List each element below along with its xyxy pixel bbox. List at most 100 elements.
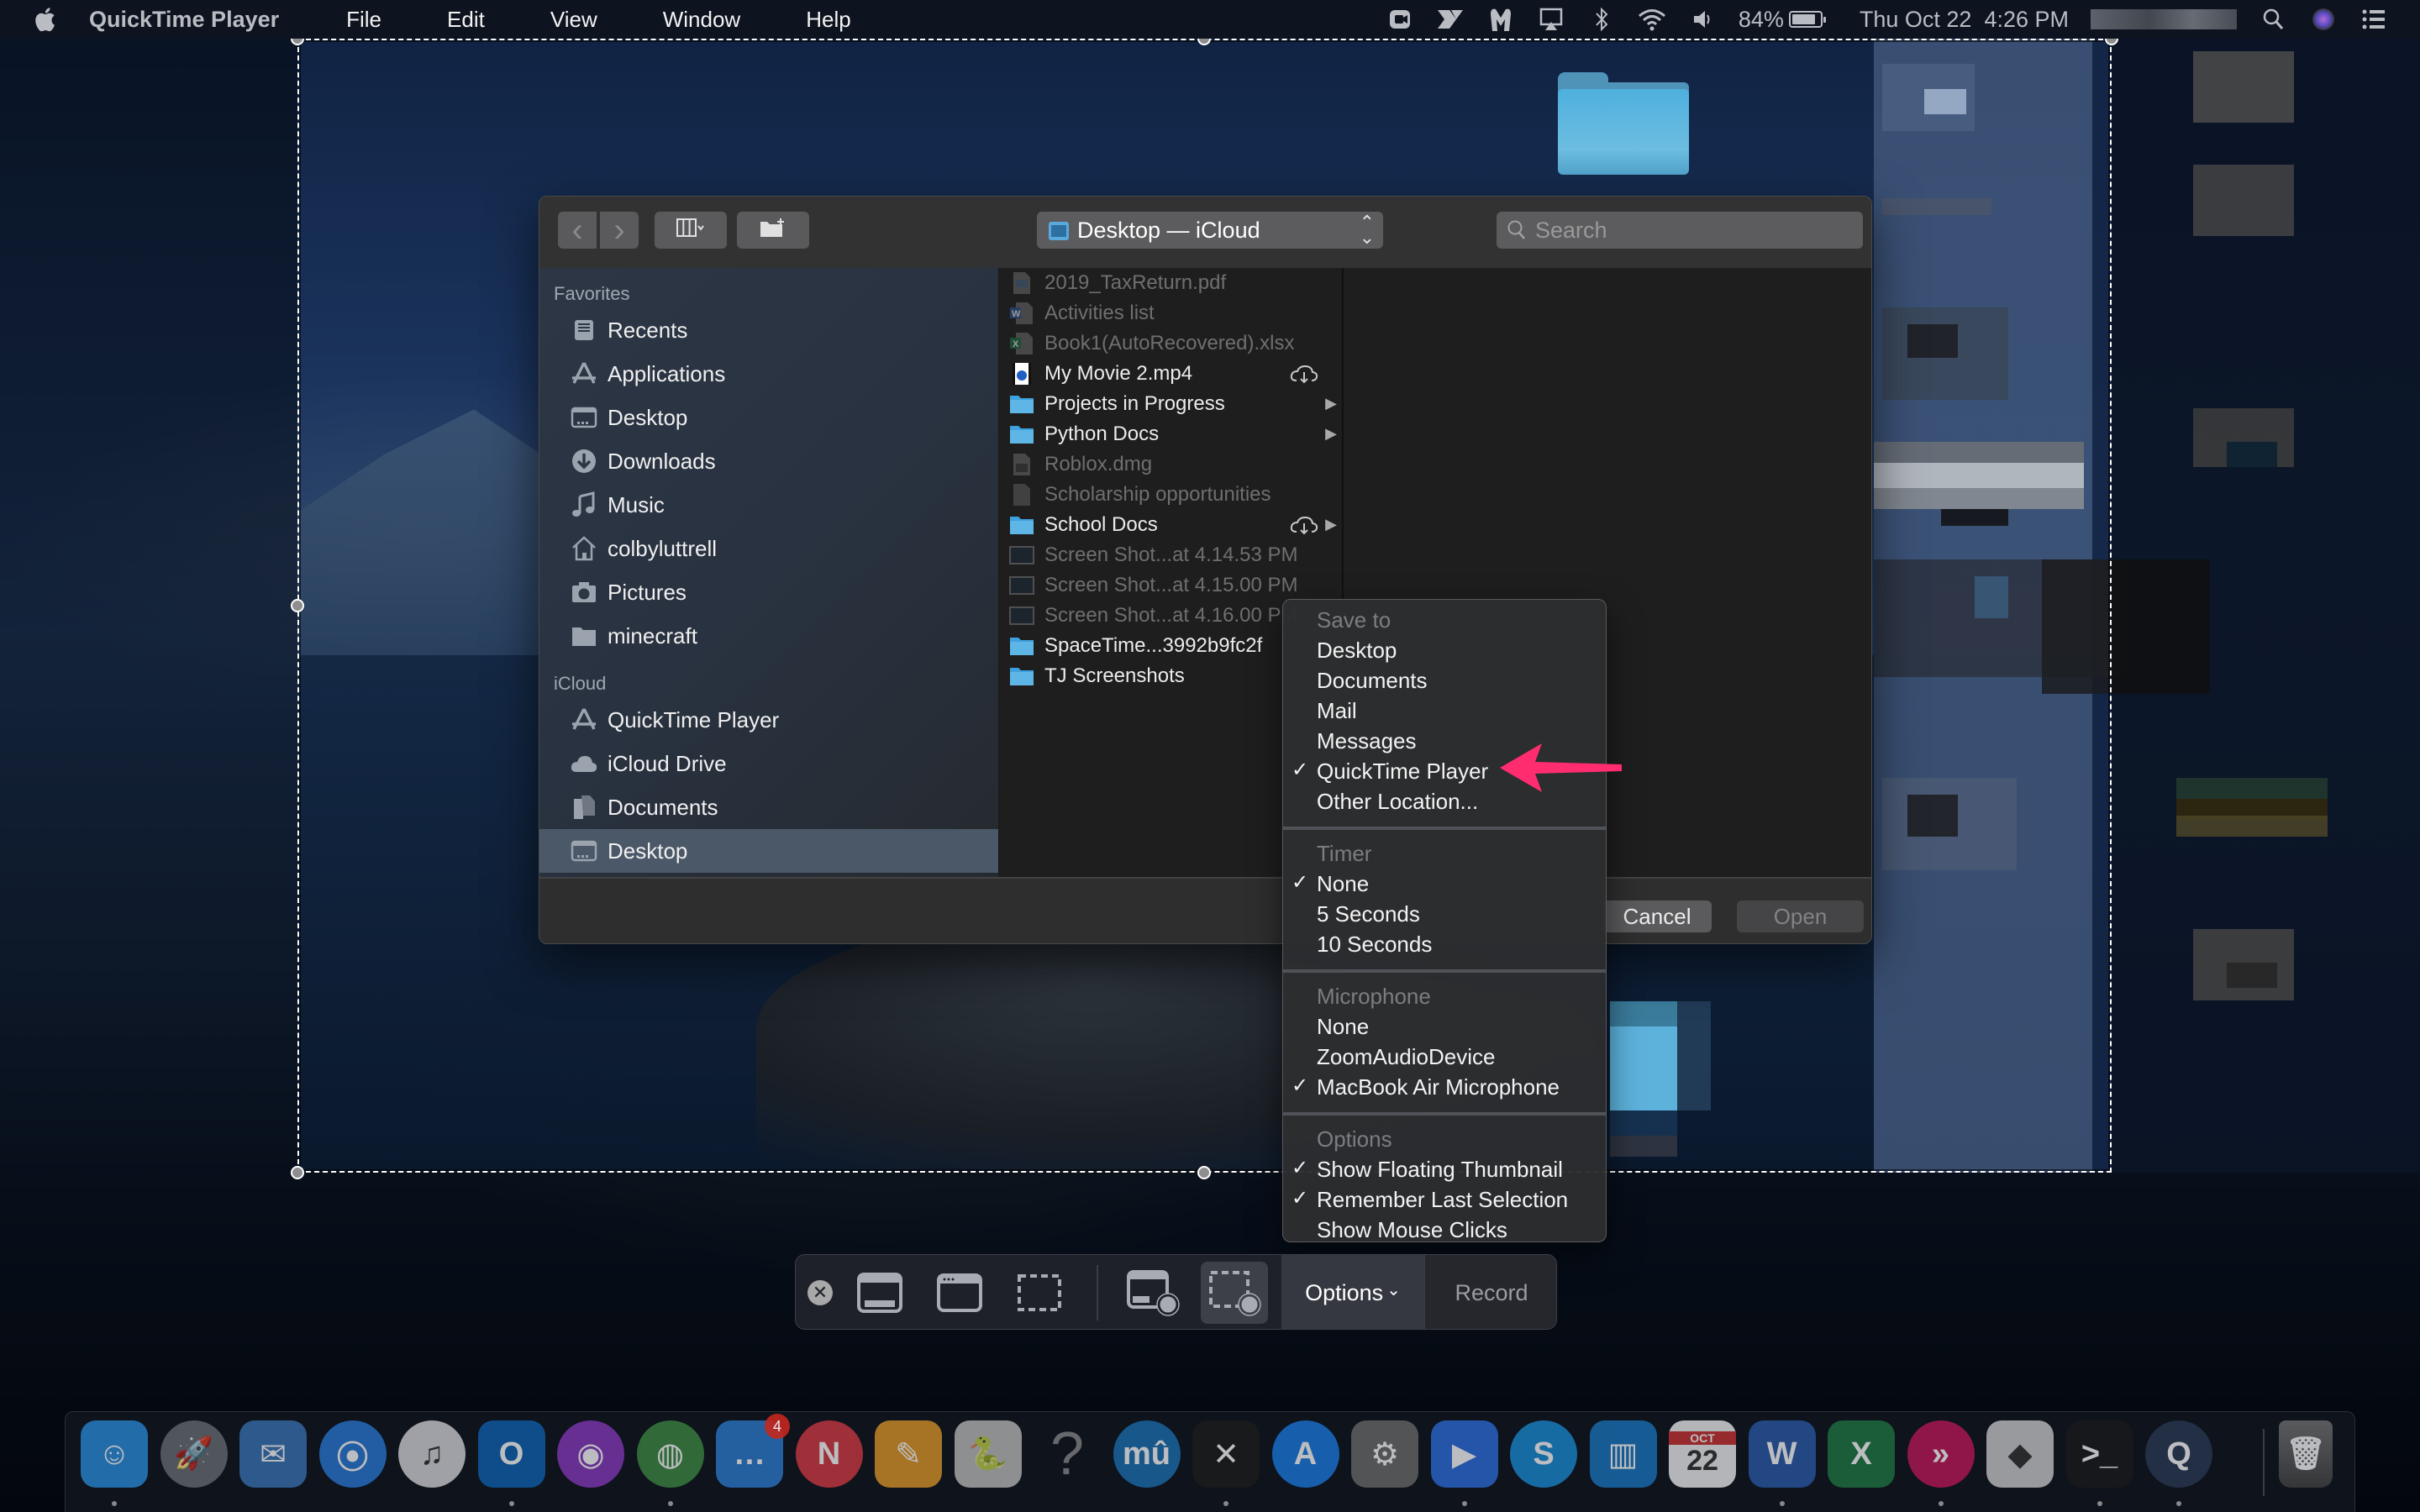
file-row[interactable]: Python Docs ▶ (999, 419, 1342, 449)
dock-excel[interactable]: X (1828, 1420, 1895, 1488)
spotlight-icon[interactable] (2259, 5, 2287, 34)
airmail-icon[interactable] (1436, 5, 1465, 34)
dock-musescore[interactable]: mû (1113, 1420, 1181, 1488)
dock-terminal[interactable]: >_ (2065, 1420, 2133, 1488)
airplay-icon[interactable] (1537, 5, 1565, 34)
dock-safari[interactable]: ⦿ (318, 1420, 387, 1488)
icloud-download-icon[interactable] (1290, 364, 1318, 390)
menu-item-microphone-zoomaudiodevice[interactable]: ZoomAudioDevice (1283, 1042, 1606, 1072)
running-indicator (2096, 1501, 2102, 1506)
record-button[interactable]: Record (1424, 1255, 1556, 1329)
menu-item-microphone-none[interactable]: None (1283, 1011, 1606, 1042)
dock-mail[interactable]: ✉ (239, 1420, 307, 1488)
sidebar-item-colbyluttrell[interactable]: colbyluttrell (539, 527, 998, 570)
dock-word[interactable]: W (1748, 1420, 1816, 1488)
selection-handle-bottom-left[interactable] (291, 1166, 304, 1179)
icloud-download-icon[interactable] (1290, 515, 1318, 541)
dock-airmail[interactable]: » (1907, 1420, 1975, 1488)
dock-quicktime-player[interactable]: Q (2145, 1420, 2212, 1488)
menu-item-timer-5-seconds[interactable]: 5 Seconds (1283, 899, 1606, 929)
dock-news[interactable]: N (795, 1420, 863, 1488)
menu-file[interactable]: File (313, 4, 381, 34)
sidebar-item-applications[interactable]: Applications (539, 352, 998, 396)
app-menu-quicktime[interactable]: QuickTime Player (89, 7, 279, 33)
record-entire-screen-button[interactable] (1119, 1262, 1186, 1324)
control-center-icon[interactable] (2360, 5, 2388, 34)
dock-system-preferences[interactable]: ⚙ (1351, 1420, 1418, 1488)
view-mode-button[interactable] (655, 212, 727, 249)
dock-calendar[interactable]: OCT 22 (1669, 1420, 1736, 1488)
sidebar-item-icloud-drive[interactable]: iCloud Drive (539, 742, 998, 785)
sidebar-item-music[interactable]: Music (539, 483, 998, 527)
menu-item-save-to-mail[interactable]: Mail (1283, 696, 1606, 726)
username-blurred[interactable] (2091, 9, 2237, 29)
menu-item-timer-none[interactable]: ✓ None (1283, 869, 1606, 899)
sidebar-item-downloads[interactable]: Downloads (539, 439, 998, 483)
search-field[interactable] (1497, 212, 1863, 249)
menu-item-options-show-floating-thumbnail[interactable]: ✓ Show Floating Thumbnail (1283, 1154, 1606, 1184)
wifi-icon[interactable] (1638, 5, 1666, 34)
sidebar-item-documents[interactable]: Documents (539, 785, 998, 829)
volume-icon[interactable] (1688, 5, 1717, 34)
location-popup[interactable]: Desktop — iCloud ⌃ ⌄ (1037, 212, 1383, 249)
dock-help[interactable]: ? (1034, 1420, 1101, 1488)
apple-menu-icon[interactable] (34, 7, 64, 32)
dock-pages[interactable]: ✎ (875, 1420, 942, 1488)
close-capture-button[interactable]: ✕ (808, 1280, 833, 1305)
cancel-button[interactable]: Cancel (1602, 900, 1712, 932)
sidebar-item-quicktime-player[interactable]: QuickTime Player (539, 698, 998, 742)
back-button[interactable]: ‹ (558, 212, 597, 249)
menu-item-save-to-documents[interactable]: Documents (1283, 665, 1606, 696)
forward-button[interactable]: › (600, 212, 639, 249)
dock-trash[interactable]: 🗑 (2279, 1420, 2333, 1488)
file-name: Screen Shot...at 4.14.53 PM (1044, 543, 1298, 566)
menu-item-options-remember-last-selection[interactable]: ✓ Remember Last Selection (1283, 1184, 1606, 1215)
screen-record-icon[interactable] (1386, 5, 1414, 34)
menu-item-options-show-mouse-clicks[interactable]: Show Mouse Clicks (1283, 1215, 1606, 1245)
dock-roblox[interactable]: ◆ (1986, 1420, 2054, 1488)
dock-python-launcher[interactable]: 🐍 (954, 1420, 1022, 1488)
sidebar-item-recents[interactable]: Recents (539, 308, 998, 352)
selection-handle-bottom[interactable] (1197, 1166, 1211, 1179)
dock-outlook[interactable]: O (477, 1420, 545, 1488)
sidebar-item-pictures[interactable]: Pictures (539, 570, 998, 614)
dock-podcasts[interactable]: ◉ (557, 1420, 624, 1488)
clock[interactable]: Thu Oct 22 4:26 PM (1860, 7, 2069, 33)
file-row[interactable]: My Movie 2.mp4 (999, 359, 1342, 389)
record-selection-button[interactable] (1201, 1262, 1268, 1324)
open-button[interactable]: Open (1737, 900, 1864, 932)
dock-app-store[interactable]: A (1271, 1420, 1339, 1488)
new-folder-button[interactable] (737, 212, 809, 249)
sidebar-item-minecraft[interactable]: minecraft (539, 614, 998, 658)
menu-edit[interactable]: Edit (413, 4, 485, 34)
annotation-arrow-icon (1500, 743, 1622, 792)
sidebar-item-desktop[interactable]: Desktop (539, 829, 998, 873)
menu-window[interactable]: Window (629, 4, 740, 34)
capture-selection-button[interactable] (1006, 1262, 1073, 1324)
sidebar-item-desktop[interactable]: Desktop (539, 396, 998, 439)
file-row[interactable]: Projects in Progress ▶ (999, 389, 1342, 419)
dock-music[interactable]: ♫ (398, 1420, 466, 1488)
capture-entire-screen-button[interactable] (846, 1262, 913, 1324)
battery-status[interactable]: 84% (1739, 7, 1826, 33)
dock-trello[interactable]: ▥ (1589, 1420, 1657, 1488)
menu-view[interactable]: View (517, 4, 597, 34)
menu-help[interactable]: Help (772, 4, 850, 34)
search-input[interactable] (1535, 217, 1854, 244)
menu-item-microphone-macbook-air-microphone[interactable]: ✓ MacBook Air Microphone (1283, 1072, 1606, 1102)
dock-zoom[interactable]: ▶ (1430, 1420, 1498, 1488)
dock-chrome[interactable]: ◍ (636, 1420, 704, 1488)
dock-skype[interactable]: S (1510, 1420, 1577, 1488)
menu-item-timer-10-seconds[interactable]: 10 Seconds (1283, 929, 1606, 959)
dock-visual-studio-code[interactable]: ✕ (1192, 1420, 1260, 1488)
dock-finder[interactable]: ☺ (81, 1420, 148, 1488)
bluetooth-icon[interactable] (1587, 5, 1616, 34)
malwarebytes-icon[interactable] (1486, 5, 1515, 34)
menu-item-save-to-desktop[interactable]: Desktop (1283, 635, 1606, 665)
selection-handle-left[interactable] (291, 599, 304, 612)
options-button[interactable]: Options ⌄ (1281, 1255, 1424, 1329)
dock-launchpad[interactable]: 🚀 (160, 1420, 228, 1488)
file-row[interactable]: School Docs ▶ (999, 510, 1342, 540)
capture-window-button[interactable] (926, 1262, 993, 1324)
siri-icon[interactable] (2309, 5, 2338, 34)
